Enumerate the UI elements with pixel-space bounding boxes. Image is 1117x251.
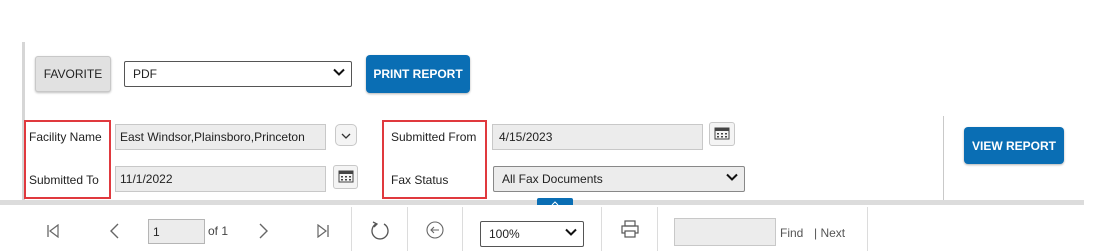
params-divider xyxy=(943,116,944,200)
zoom-value: 100% xyxy=(489,227,520,241)
chevron-down-icon xyxy=(333,68,345,80)
chevron-down-icon xyxy=(726,173,738,185)
calendar-icon xyxy=(338,169,354,186)
page-count-label: of 1 xyxy=(208,224,229,238)
toolbar-separator xyxy=(351,207,352,251)
export-format-select[interactable]: PDF xyxy=(124,61,352,87)
submitted-from-label: Submitted From xyxy=(391,130,477,144)
submitted-to-calendar-button[interactable] xyxy=(333,165,358,189)
fax-status-select[interactable]: All Fax Documents xyxy=(493,166,745,192)
print-icon[interactable] xyxy=(618,218,642,240)
toolbar-separator xyxy=(867,207,868,251)
fax-status-value: All Fax Documents xyxy=(502,172,603,186)
toolbar-separator xyxy=(657,207,658,251)
back-icon[interactable] xyxy=(424,219,446,241)
next-page-icon[interactable] xyxy=(254,220,274,242)
page-number-input[interactable]: 1 xyxy=(148,219,205,244)
fax-status-label: Fax Status xyxy=(391,173,449,187)
favorite-button[interactable]: FAVORITE xyxy=(35,56,111,92)
first-page-icon[interactable] xyxy=(42,220,64,242)
submitted-from-calendar-button[interactable] xyxy=(709,122,735,146)
facility-name-label: Facility Name xyxy=(29,130,102,144)
refresh-icon[interactable] xyxy=(368,218,392,242)
print-report-button[interactable]: PRINT REPORT xyxy=(366,55,470,93)
find-next-link[interactable]: | Next xyxy=(814,226,845,240)
toolbar-separator xyxy=(407,207,408,251)
submitted-to-field[interactable]: 11/1/2022 xyxy=(115,166,326,192)
last-page-icon[interactable] xyxy=(312,220,334,242)
chevron-down-icon xyxy=(341,128,351,142)
previous-page-icon[interactable] xyxy=(104,220,124,242)
find-link[interactable]: Find xyxy=(780,226,803,240)
toolbar-separator xyxy=(462,207,463,251)
facility-name-field[interactable]: East Windsor,Plainsboro,Princeton xyxy=(115,124,326,150)
find-input[interactable] xyxy=(674,218,776,246)
zoom-select[interactable]: 100% xyxy=(480,221,584,247)
submitted-to-label: Submitted To xyxy=(29,173,99,187)
toolbar-separator xyxy=(601,207,602,251)
chevron-down-icon xyxy=(565,228,577,240)
view-report-button[interactable]: VIEW REPORT xyxy=(964,127,1064,164)
submitted-from-field[interactable]: 4/15/2023 xyxy=(492,124,703,150)
facility-dropdown-button[interactable] xyxy=(335,124,357,146)
calendar-icon xyxy=(714,126,730,143)
export-format-value: PDF xyxy=(133,67,157,81)
